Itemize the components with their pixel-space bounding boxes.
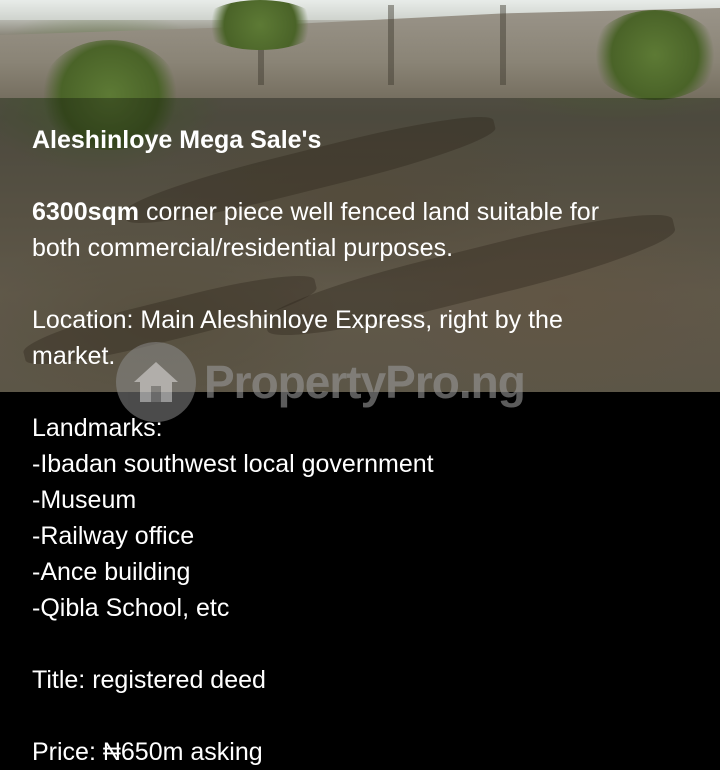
description-text: corner piece well fenced land suitable f… [139,198,600,226]
landmark-item: -Qibla School, etc [32,594,230,622]
wall-post [388,5,394,85]
landmark-item: -Railway office [32,522,195,550]
bush [200,0,320,50]
title-line: Title: registered deed [32,666,266,694]
price-line: Price: ₦650m asking [32,738,263,766]
landmark-item: -Ance building [32,558,191,586]
bush [590,10,720,100]
landmark-item: -Ibadan southwest local government [32,450,434,478]
watermark-text: PropertyPro.ng [204,356,526,408]
watermark: PropertyPro.ng [116,342,526,422]
listing-heading: Aleshinloye Mega Sale's [32,126,322,154]
description-line-1: 6300sqm corner piece well fenced land su… [32,194,599,230]
description-line-2: both commercial/residential purposes. [32,234,454,262]
wall-post [500,5,506,85]
size-highlight: 6300sqm [32,198,140,226]
landmark-item: -Museum [32,486,137,514]
location-line-1: Location: Main Aleshinloye Express, righ… [32,306,563,334]
location-line-2: market. [32,342,116,370]
landmarks-label: Landmarks: [32,414,163,442]
